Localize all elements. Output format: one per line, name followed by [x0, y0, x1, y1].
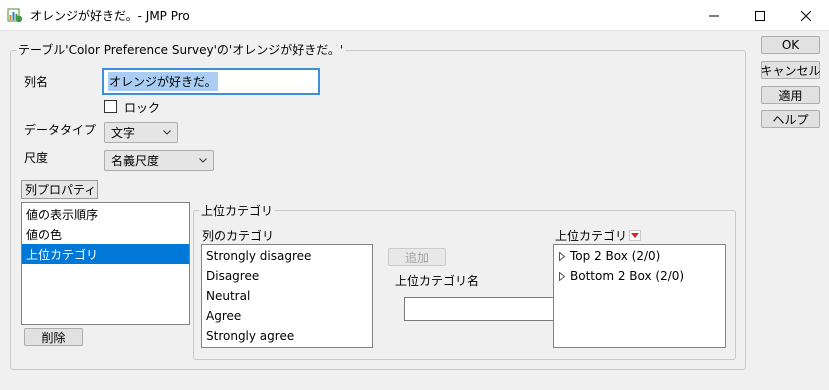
property-item-value-colors[interactable]: 値の色 — [22, 224, 189, 244]
tree-node-label: Bottom 2 Box (2/0) — [570, 269, 685, 283]
chevron-down-icon — [199, 158, 207, 163]
column-name-value: オレンジが好きだ。 — [108, 72, 218, 91]
data-type-value: 文字 — [111, 126, 136, 140]
property-item-value-order[interactable]: 値の表示順序 — [22, 204, 189, 224]
top-category-group-legend: 上位カテゴリ — [199, 202, 276, 219]
add-category-button[interactable]: 追加 — [388, 248, 446, 266]
category-item[interactable]: Neutral — [202, 286, 372, 306]
lock-checkbox[interactable] — [104, 100, 117, 113]
close-button[interactable] — [783, 0, 829, 31]
column-categories-label: 列のカテゴリ — [202, 229, 275, 243]
tree-node-label: Top 2 Box (2/0) — [570, 249, 661, 263]
minimize-icon — [709, 15, 719, 16]
top-category-tree[interactable]: Top 2 Box (2/0) Bottom 2 Box (2/0) — [553, 244, 726, 348]
expand-triangle-icon[interactable] — [559, 271, 565, 281]
data-type-label: データタイプ — [24, 123, 97, 137]
apply-button[interactable]: 適用 — [761, 86, 820, 104]
top-category-tree-header: 上位カテゴリ — [555, 227, 642, 244]
column-info-group-legend: テーブル'Color Preference Survey'の'オレンジが好きだ。… — [16, 41, 346, 58]
property-item-top-category[interactable]: 上位カテゴリ — [22, 244, 189, 264]
category-item[interactable]: Agree — [202, 306, 372, 326]
column-properties-menu-button[interactable]: 列プロパティ — [21, 180, 98, 199]
ok-button[interactable]: OK — [761, 36, 820, 54]
expand-triangle-icon[interactable] — [559, 251, 565, 261]
modeling-type-select[interactable]: 名義尺度 — [104, 150, 214, 171]
minimize-button[interactable] — [691, 0, 737, 31]
cancel-button[interactable]: キャンセル — [761, 61, 821, 79]
column-name-label: 列名 — [24, 75, 49, 89]
category-item[interactable]: Disagree — [202, 266, 372, 286]
window-title: オレンジが好きだ。- JMP Pro — [30, 9, 190, 23]
chevron-down-icon — [163, 130, 171, 135]
red-triangle-menu-icon[interactable] — [629, 230, 642, 241]
column-categories-list[interactable]: Strongly disagree Disagree Neutral Agree… — [201, 244, 373, 348]
top-category-name-label: 上位カテゴリ名 — [395, 274, 480, 288]
title-bar: オレンジが好きだ。- JMP Pro — [0, 0, 829, 31]
modeling-type-value: 名義尺度 — [111, 154, 160, 168]
maximize-icon — [755, 10, 765, 21]
tree-node[interactable]: Bottom 2 Box (2/0) — [554, 266, 725, 286]
top-category-name-input[interactable] — [404, 297, 554, 321]
category-item[interactable]: Strongly disagree — [202, 246, 372, 266]
close-icon — [801, 10, 811, 21]
lock-label: ロック — [124, 101, 161, 115]
modeling-type-label: 尺度 — [24, 151, 49, 165]
maximize-button[interactable] — [737, 0, 783, 31]
column-properties-menu-label: 列プロパティ — [25, 183, 97, 197]
data-type-select[interactable]: 文字 — [104, 122, 178, 143]
jmp-app-icon — [7, 8, 23, 23]
column-name-input[interactable]: オレンジが好きだ。 — [102, 68, 320, 95]
tree-node[interactable]: Top 2 Box (2/0) — [554, 246, 725, 266]
category-item[interactable]: Strongly agree — [202, 326, 372, 346]
remove-property-button[interactable]: 削除 — [24, 328, 83, 346]
help-button[interactable]: ヘルプ — [761, 110, 820, 128]
top-category-tree-label: 上位カテゴリ — [555, 229, 628, 243]
column-properties-list[interactable]: 値の表示順序 値の色 上位カテゴリ — [21, 202, 190, 325]
